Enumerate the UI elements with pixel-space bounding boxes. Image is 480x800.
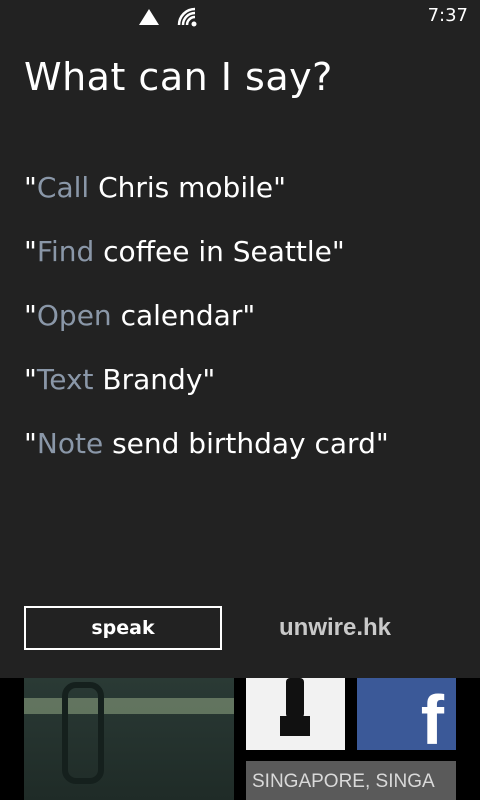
facebook-tile[interactable]: f xyxy=(357,678,456,750)
person-legs xyxy=(280,716,310,736)
command-example-call: "Call Chris mobile" xyxy=(24,170,389,234)
quote-open: " xyxy=(24,363,37,396)
watermark: unwire.hk xyxy=(279,614,392,641)
quote-open: " xyxy=(24,235,37,268)
tile-photo-stripe xyxy=(24,698,234,714)
command-text: Chris mobile" xyxy=(89,171,286,204)
command-text: coffee in Seattle" xyxy=(94,235,345,268)
speak-button[interactable]: speak xyxy=(24,606,222,650)
command-verb: Text xyxy=(36,363,94,396)
command-example-open: "Open calendar" xyxy=(24,298,389,362)
news-tile[interactable]: SINGAPORE, SINGA xyxy=(246,761,456,800)
command-verb: Find xyxy=(36,235,95,268)
command-text: Brandy" xyxy=(93,363,216,396)
command-example-text: "Text Brandy" xyxy=(24,362,389,426)
command-verb: Open xyxy=(36,299,112,332)
command-example-find: "Find coffee in Seattle" xyxy=(24,234,389,298)
person-figure xyxy=(286,678,304,718)
command-verb: Call xyxy=(36,171,90,204)
voice-help-panel: 7:37 What can I say? "Call Chris mobile"… xyxy=(0,0,480,678)
photo-tile[interactable] xyxy=(24,678,234,800)
facebook-icon: f xyxy=(420,681,444,750)
wifi-icon xyxy=(177,7,197,27)
command-text: send birthday card" xyxy=(103,427,389,460)
news-tile-text: SINGAPORE, SINGA xyxy=(252,771,435,792)
command-example-note: "Note send birthday card" xyxy=(24,426,389,490)
status-bar: 7:37 xyxy=(0,0,480,32)
quote-open: " xyxy=(24,299,37,332)
command-verb: Note xyxy=(36,427,104,460)
command-examples-list: "Call Chris mobile" "Find coffee in Seat… xyxy=(24,170,389,490)
tile-photo-hook xyxy=(62,682,104,784)
status-time: 7:37 xyxy=(427,5,468,26)
command-text: calendar" xyxy=(111,299,256,332)
quote-open: " xyxy=(24,171,37,204)
signal-triangle-icon xyxy=(139,9,159,25)
page-title: What can I say? xyxy=(24,55,333,99)
people-tile[interactable] xyxy=(246,678,345,750)
quote-open: " xyxy=(24,427,37,460)
